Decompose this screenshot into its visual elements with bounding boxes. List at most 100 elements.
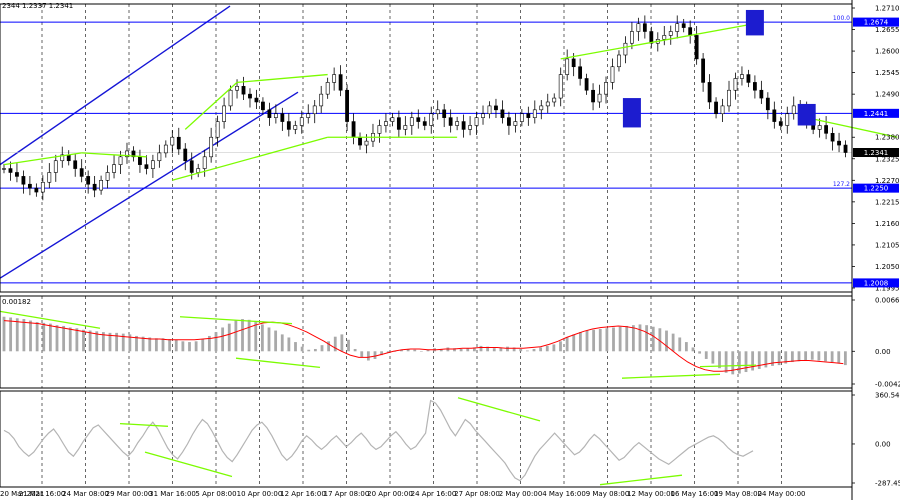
candle[interactable] bbox=[617, 54, 621, 68]
candle[interactable] bbox=[681, 23, 686, 28]
candle[interactable] bbox=[319, 93, 324, 107]
candle[interactable] bbox=[532, 109, 537, 118]
candle[interactable] bbox=[306, 113, 311, 118]
candle[interactable] bbox=[668, 31, 673, 36]
candle[interactable] bbox=[73, 160, 78, 169]
candle[interactable] bbox=[40, 181, 45, 193]
candle[interactable] bbox=[92, 183, 97, 191]
signal-marker[interactable] bbox=[797, 103, 816, 126]
candle[interactable] bbox=[273, 113, 278, 118]
candle[interactable] bbox=[429, 113, 434, 126]
candle[interactable] bbox=[675, 23, 680, 32]
candle[interactable] bbox=[15, 172, 19, 177]
candle[interactable] bbox=[461, 121, 466, 130]
candle[interactable] bbox=[753, 82, 757, 91]
candle[interactable] bbox=[79, 168, 84, 177]
candle[interactable] bbox=[267, 109, 272, 118]
candle[interactable] bbox=[571, 58, 576, 68]
candle[interactable] bbox=[2, 168, 6, 170]
candle[interactable] bbox=[118, 156, 123, 165]
candle[interactable] bbox=[474, 117, 479, 126]
candle[interactable] bbox=[338, 74, 343, 91]
candle[interactable] bbox=[604, 82, 608, 95]
candle[interactable] bbox=[539, 105, 544, 111]
candle[interactable] bbox=[791, 105, 796, 115]
candle[interactable] bbox=[144, 164, 149, 169]
candle[interactable] bbox=[293, 125, 298, 130]
candle[interactable] bbox=[765, 97, 770, 111]
candle[interactable] bbox=[66, 154, 71, 162]
candle[interactable] bbox=[545, 101, 550, 107]
candle[interactable] bbox=[778, 121, 783, 126]
candle[interactable] bbox=[597, 93, 602, 103]
candle[interactable] bbox=[345, 89, 349, 122]
candle[interactable] bbox=[830, 133, 835, 142]
candle[interactable] bbox=[487, 105, 492, 115]
candle[interactable] bbox=[105, 172, 110, 181]
candle[interactable] bbox=[837, 140, 841, 146]
candle[interactable] bbox=[733, 78, 738, 91]
candle[interactable] bbox=[720, 105, 725, 115]
candle[interactable] bbox=[526, 113, 531, 118]
candle[interactable] bbox=[312, 105, 317, 115]
candle[interactable] bbox=[241, 86, 246, 95]
candle[interactable] bbox=[435, 109, 440, 115]
candle[interactable] bbox=[202, 156, 207, 169]
candle[interactable] bbox=[364, 140, 369, 146]
candle[interactable] bbox=[642, 23, 647, 32]
candle[interactable] bbox=[591, 89, 595, 103]
candle[interactable] bbox=[170, 136, 175, 146]
candle[interactable] bbox=[53, 160, 58, 173]
candle[interactable] bbox=[325, 82, 330, 95]
candle[interactable] bbox=[228, 89, 233, 107]
candle[interactable] bbox=[150, 160, 155, 169]
candle[interactable] bbox=[390, 117, 395, 122]
candle[interactable] bbox=[209, 136, 214, 158]
candle[interactable] bbox=[649, 31, 654, 44]
candle[interactable] bbox=[578, 66, 583, 79]
candle[interactable] bbox=[623, 42, 628, 56]
candle[interactable] bbox=[403, 125, 408, 130]
candle[interactable] bbox=[455, 121, 460, 126]
candle[interactable] bbox=[442, 109, 447, 118]
candle[interactable] bbox=[824, 125, 829, 134]
candle[interactable] bbox=[584, 78, 589, 91]
candle[interactable] bbox=[630, 31, 634, 44]
candle[interactable] bbox=[565, 58, 570, 75]
candle[interactable] bbox=[248, 93, 252, 99]
candle[interactable] bbox=[481, 113, 485, 118]
candle[interactable] bbox=[448, 117, 453, 126]
candle[interactable] bbox=[727, 89, 731, 107]
candle[interactable] bbox=[422, 121, 427, 126]
candle[interactable] bbox=[636, 23, 641, 32]
candle[interactable] bbox=[714, 101, 718, 115]
candle[interactable] bbox=[377, 125, 382, 134]
candle[interactable] bbox=[299, 117, 304, 126]
candle[interactable] bbox=[772, 109, 777, 122]
candle[interactable] bbox=[112, 164, 116, 173]
candle[interactable] bbox=[351, 121, 356, 138]
candle[interactable] bbox=[27, 183, 32, 189]
candle[interactable] bbox=[746, 74, 751, 83]
candle[interactable] bbox=[280, 113, 285, 122]
candle[interactable] bbox=[707, 82, 712, 103]
candle[interactable] bbox=[261, 101, 265, 111]
candle[interactable] bbox=[843, 144, 848, 153]
candle[interactable] bbox=[558, 74, 563, 99]
candle[interactable] bbox=[222, 105, 226, 122]
candle[interactable] bbox=[21, 176, 26, 185]
candle[interactable] bbox=[34, 187, 39, 193]
candle[interactable] bbox=[8, 168, 13, 173]
candle[interactable] bbox=[235, 86, 239, 91]
candle[interactable] bbox=[610, 66, 615, 83]
candle[interactable] bbox=[396, 117, 401, 130]
candle[interactable] bbox=[99, 180, 103, 191]
candle[interactable] bbox=[47, 172, 52, 183]
candle[interactable] bbox=[662, 35, 667, 40]
candle[interactable] bbox=[196, 168, 201, 173]
candle[interactable] bbox=[701, 58, 706, 83]
candle[interactable] bbox=[694, 35, 699, 60]
candle[interactable] bbox=[519, 113, 524, 122]
candle[interactable] bbox=[740, 74, 744, 79]
signal-marker[interactable] bbox=[745, 9, 764, 36]
